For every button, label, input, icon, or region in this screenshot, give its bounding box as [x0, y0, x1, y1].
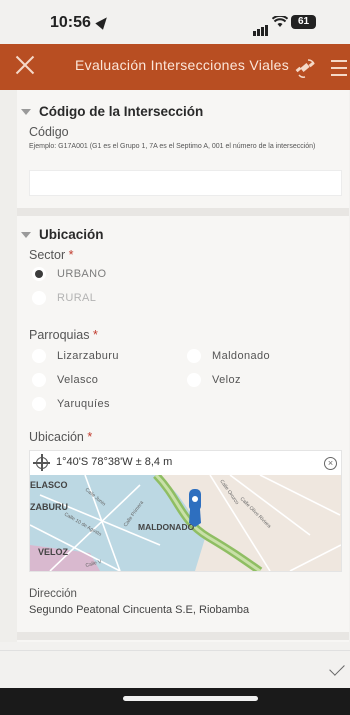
app-title: Evaluación Intersecciones Viales	[75, 57, 290, 73]
bottom-action-bar	[0, 650, 350, 688]
section-title-codigo: Código de la Intersección	[39, 104, 204, 119]
wifi-icon	[271, 14, 289, 31]
parroquia-option-yaruquies[interactable]: Yaruquíes	[17, 392, 110, 416]
status-time: 10:56	[50, 14, 91, 31]
clear-location-button[interactable]: ×	[324, 457, 337, 470]
section-divider	[17, 632, 349, 640]
radio-button[interactable]	[32, 373, 46, 387]
app-header: Evaluación Intersecciones Viales	[0, 44, 350, 90]
parroquia-option-lizarzaburu[interactable]: Lizarzaburu	[17, 344, 119, 368]
codigo-hint: Ejemplo: G17A001 (G1 es el Grupo 1, 7A e…	[29, 143, 316, 150]
section-divider	[17, 208, 349, 216]
collapse-triangle-icon	[21, 231, 31, 238]
map-label-velasco: ELASCO	[30, 480, 68, 490]
map-pin-icon	[189, 489, 201, 527]
parroquia-option-velasco[interactable]: Velasco	[17, 368, 98, 392]
close-icon[interactable]	[14, 54, 36, 76]
parroquias-label: Parroquias *	[29, 328, 98, 342]
parroquia-option-maldonado[interactable]: Maldonado	[172, 344, 270, 368]
status-bar: 10:56 61	[0, 0, 350, 44]
cell-signal-icon	[253, 18, 269, 36]
radio-button[interactable]	[187, 373, 201, 387]
coordinates-text: 1°40'S 78°38'W ± 8,4 m	[56, 456, 173, 468]
location-map[interactable]: ELASCO ZABURU MALDONADO VELOZ Calle Juni…	[30, 475, 341, 571]
ubicacion-label: Ubicación *	[29, 430, 93, 444]
direccion-value: Segundo Peatonal Cincuenta S.E, Riobamba	[29, 604, 250, 616]
map-label-lizarzaburu: ZABURU	[30, 502, 68, 512]
home-indicator[interactable]	[123, 696, 258, 701]
section-header-codigo[interactable]: Código de la Intersección	[17, 104, 203, 119]
satellite-icon[interactable]	[295, 58, 317, 78]
codigo-input[interactable]	[29, 170, 342, 196]
codigo-label: Código	[29, 125, 69, 139]
map-label-maldonado: MALDONADO	[138, 522, 195, 532]
crosshair-icon	[33, 454, 50, 471]
home-indicator-area	[0, 688, 350, 715]
sector-label: Sector *	[29, 248, 74, 262]
collapse-triangle-icon	[21, 108, 31, 115]
map-label-veloz: VELOZ	[38, 547, 69, 557]
form-content[interactable]: Código de la Intersección Código Ejemplo…	[17, 90, 349, 642]
parroquia-option-veloz[interactable]: Veloz	[172, 368, 241, 392]
sector-option-urbano[interactable]: URBANO	[17, 262, 106, 286]
section-header-ubicacion[interactable]: Ubicación	[17, 227, 104, 242]
location-header: 1°40'S 78°38'W ± 8,4 m ×	[30, 451, 343, 475]
radio-button[interactable]	[32, 349, 46, 363]
left-gutter	[0, 90, 17, 642]
location-picker[interactable]: 1°40'S 78°38'W ± 8,4 m × ELASCO ZABURU M…	[29, 450, 342, 572]
battery-indicator: 61	[291, 15, 316, 29]
phone-screen: 10:56 61 Evaluación Intersecciones Viale…	[0, 0, 350, 715]
radio-button[interactable]	[187, 349, 201, 363]
location-arrow-icon	[95, 14, 111, 30]
direccion-label: Dirección	[29, 588, 77, 600]
radio-button[interactable]	[32, 397, 46, 411]
radio-button[interactable]	[32, 291, 46, 305]
submit-check-icon[interactable]	[329, 660, 345, 676]
menu-icon[interactable]	[331, 60, 347, 81]
section-title-ubicacion: Ubicación	[39, 227, 104, 242]
radio-button[interactable]	[32, 267, 46, 281]
sector-option-rural[interactable]: RURAL	[17, 286, 96, 310]
